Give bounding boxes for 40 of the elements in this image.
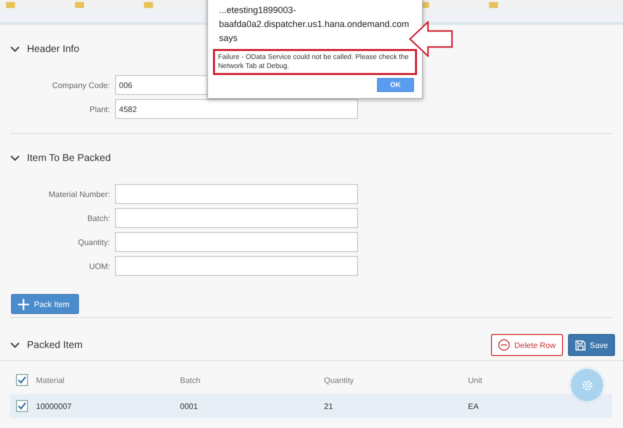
pack-item-button[interactable]: Pack Item bbox=[11, 294, 79, 314]
input-field[interactable] bbox=[115, 184, 358, 204]
table-cell-text: EA bbox=[468, 402, 480, 410]
section-title: Header Info bbox=[27, 44, 80, 54]
section-title: Item To Be Packed bbox=[27, 152, 111, 164]
column-header: Unit bbox=[468, 376, 484, 384]
table-row[interactable]: 10000007 0001 21 EA bbox=[10, 394, 612, 418]
field-label: Plant: bbox=[88, 104, 111, 114]
folder-icon[interactable] bbox=[489, 2, 498, 8]
minus-circle-icon bbox=[498, 339, 510, 351]
table-cell-text: 0001 bbox=[180, 402, 199, 410]
column-header: Batch bbox=[180, 376, 202, 384]
column-header: Material bbox=[36, 376, 66, 384]
settings-button[interactable] bbox=[571, 369, 603, 401]
field-label: Material Number: bbox=[48, 190, 111, 198]
table-cell-text: 10000007 bbox=[36, 402, 73, 410]
chevron-icon[interactable] bbox=[10, 46, 20, 52]
input-field[interactable] bbox=[115, 208, 358, 228]
save-button[interactable]: Save bbox=[568, 334, 615, 356]
folder-icon[interactable] bbox=[75, 2, 84, 8]
folder-icon[interactable] bbox=[144, 2, 153, 8]
chevron-icon[interactable] bbox=[10, 154, 20, 162]
section-title: Packed Item bbox=[27, 340, 83, 350]
checkbox[interactable] bbox=[16, 400, 28, 412]
plus-icon bbox=[18, 298, 29, 310]
field-label: Company Code: bbox=[51, 80, 111, 90]
input-field[interactable] bbox=[115, 232, 358, 252]
dialog-title: ...etesting1899003-baafda0a2.dispatcher.us1.hana.ondemand.com says bbox=[218, 4, 410, 45]
field-label: UOM: bbox=[88, 262, 111, 270]
input-field[interactable] bbox=[115, 256, 358, 276]
chevron-icon[interactable] bbox=[10, 342, 20, 348]
folder-icon[interactable] bbox=[6, 2, 15, 8]
settings-icon bbox=[580, 378, 594, 392]
input-field[interactable]: 4582 bbox=[115, 99, 358, 119]
field-label: Quantity: bbox=[76, 238, 111, 246]
table-cell-text: 21 bbox=[324, 402, 334, 410]
delete-row-button[interactable]: Delete Row bbox=[491, 334, 563, 356]
checkbox[interactable] bbox=[16, 374, 28, 386]
field-label: Batch: bbox=[86, 214, 111, 222]
column-header: Quantity bbox=[324, 376, 355, 384]
